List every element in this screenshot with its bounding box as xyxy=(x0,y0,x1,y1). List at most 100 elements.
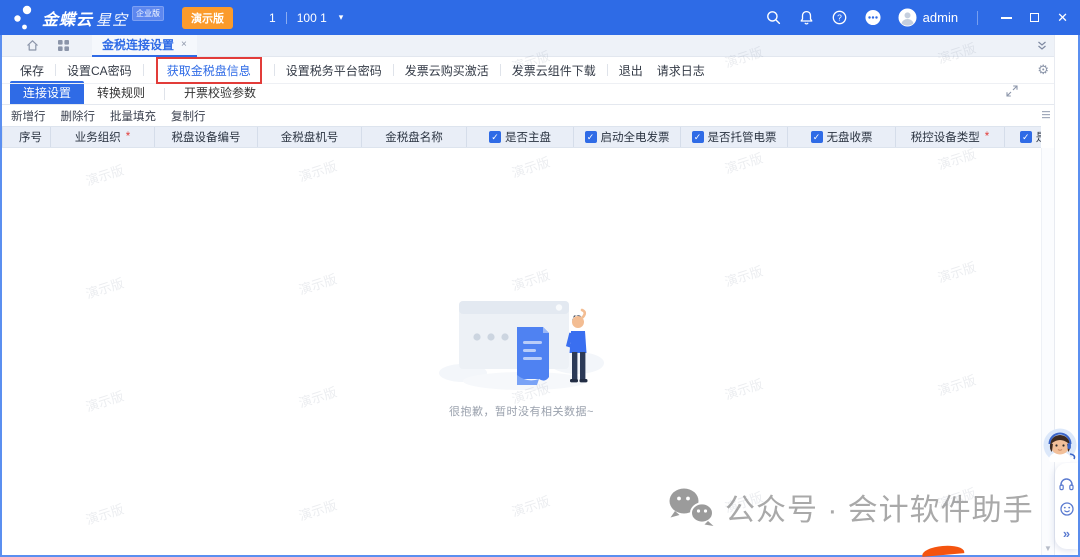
grid-toolbar-button-3[interactable]: 批量填充 xyxy=(110,108,156,124)
header-label: 启动全电发票 xyxy=(601,129,670,145)
vertical-scrollbar[interactable]: ▼ xyxy=(1041,148,1054,555)
demo-badge: 演示版 xyxy=(182,7,233,29)
header-cell-11: ✓是 xyxy=(1005,127,1041,147)
toolbar-separator xyxy=(393,64,394,76)
orange-logo-fragment xyxy=(922,544,965,557)
grid-toolbar-button-4[interactable]: 复制行 xyxy=(171,108,206,124)
app-window: 金蝶云 星空 企业版 演示版 1 100 1 ▾ ? xyxy=(0,0,1080,557)
header-cell-7: ✓ 启动全电发票 xyxy=(574,127,681,147)
header-label: 金税盘机号 xyxy=(281,129,339,145)
header-cell-9: ✓无盘收票 xyxy=(788,127,896,147)
header-cell-6: ✓是否主盘 xyxy=(467,127,574,147)
subtab-separator xyxy=(164,88,165,100)
header-checkbox[interactable]: ✓ xyxy=(1020,131,1032,143)
header-label: 业务组织 xyxy=(75,129,121,145)
required-asterisk: * xyxy=(126,131,130,143)
header-label: 序号 xyxy=(19,129,42,145)
red-highlight-box: 获取金税盘信息 xyxy=(156,57,262,84)
maximize-button[interactable] xyxy=(1030,13,1039,22)
footer-watermark-text: 公众号 · 会计软件助手 xyxy=(725,485,1034,529)
toolbar-button-3[interactable]: 获取金税盘信息 xyxy=(167,62,251,79)
help-icon[interactable]: ? xyxy=(832,10,848,26)
subtab-list: 连接设置转换规则开票校验参数 xyxy=(10,81,269,104)
subtab-3[interactable]: 开票校验参数 xyxy=(171,81,269,104)
expand-fullscreen-icon[interactable] xyxy=(1006,85,1018,100)
user-menu[interactable]: admin xyxy=(898,8,958,27)
org-separator xyxy=(286,12,287,24)
empty-state-illustration xyxy=(437,293,607,393)
org-number: 1 xyxy=(269,11,276,25)
right-sidebar: » xyxy=(1054,35,1078,555)
titlebar-actions: ? admin ✕ xyxy=(766,8,1068,27)
wechat-icon xyxy=(668,486,716,528)
header-cell-4: 金税盘机号 xyxy=(258,127,362,147)
toolbar-button-7[interactable]: 退出 xyxy=(619,62,643,79)
header-checkbox[interactable]: ✓ xyxy=(585,131,597,143)
kingdee-logo-icon xyxy=(8,3,38,33)
grid-body: 很抱歉，暂时没有相关数据~ 公众号 · 会计软件助手 xyxy=(2,148,1054,555)
header-label: 税控设备类型 xyxy=(911,129,980,145)
avatar xyxy=(898,8,917,27)
subtabs: 连接设置转换规则开票校验参数 xyxy=(2,84,1054,105)
header-checkbox[interactable]: ✓ xyxy=(489,131,501,143)
collapse-tabs-icon[interactable] xyxy=(1036,40,1048,52)
close-button[interactable]: ✕ xyxy=(1057,11,1068,24)
header-checkbox[interactable]: ✓ xyxy=(811,131,823,143)
assistant-avatar[interactable] xyxy=(1043,428,1077,462)
org-switcher[interactable]: 1 100 1 ▾ xyxy=(269,11,343,25)
window-controls: ✕ xyxy=(1001,11,1068,24)
subtab-1[interactable]: 连接设置 xyxy=(10,81,84,104)
chevron-down-icon: ▾ xyxy=(339,12,344,23)
toolbar-settings-gear-icon[interactable]: ⚙ xyxy=(1037,62,1049,78)
toolbar-separator xyxy=(500,64,501,76)
tab-label: 金税连接设置 xyxy=(102,36,174,53)
username: admin xyxy=(923,10,958,25)
org-code: 100 1 xyxy=(297,11,327,25)
notification-bell-icon[interactable] xyxy=(799,10,815,26)
tab-close-icon[interactable]: × xyxy=(181,39,187,50)
headphones-icon[interactable] xyxy=(1059,477,1074,491)
assistant-panel: » xyxy=(1055,463,1078,549)
toolbar-buttons: 保存 设置CA密码 获取金税盘信息 设置税务平台密码 发票云购买激活 发票云组件下载 退出请… xyxy=(20,57,705,84)
header-label: 税盘设备编号 xyxy=(172,129,241,145)
brand-name: 金蝶云 xyxy=(42,6,93,30)
edition-badge: 企业版 xyxy=(132,6,164,21)
grid-toolbar-button-1[interactable]: 新增行 xyxy=(11,108,46,124)
toolbar-button-1[interactable]: 保存 xyxy=(20,62,44,79)
scrollbar-down-arrow-icon[interactable]: ▼ xyxy=(1042,544,1054,553)
collapse-panel-icon[interactable]: » xyxy=(1063,527,1070,540)
home-icon[interactable] xyxy=(26,39,39,52)
header-cell-1: 序号 xyxy=(11,127,51,147)
toolbar-button-4[interactable]: 设置税务平台密码 xyxy=(286,62,382,79)
app-menu-grid-icon[interactable] xyxy=(57,39,70,52)
titlebar: 金蝶云 星空 企业版 演示版 1 100 1 ▾ ? xyxy=(0,0,1080,35)
required-asterisk: * xyxy=(985,131,989,143)
app-body: 金税连接设置 × 保存 设置CA密码 获取金税盘信息 设置税务平台密码 发票云购买激活 发… xyxy=(0,35,1080,557)
brand: 金蝶云 星空 xyxy=(42,6,128,30)
toolbar-separator xyxy=(607,64,608,76)
toolbar-separator xyxy=(55,64,56,76)
assistant-dots-icon[interactable] xyxy=(865,10,881,26)
grid-options-icon[interactable] xyxy=(1041,110,1051,122)
toolbar-button-8[interactable]: 请求日志 xyxy=(657,62,705,79)
header-cell-5: 金税盘名称 xyxy=(362,127,467,147)
document-tabstrip: 金税连接设置 × xyxy=(2,35,1054,57)
search-icon[interactable] xyxy=(766,10,782,26)
header-label: 是否托管电票 xyxy=(708,129,777,145)
toolbar-button-2[interactable]: 设置CA密码 xyxy=(67,62,132,79)
toolbar-button-6[interactable]: 发票云组件下载 xyxy=(512,62,596,79)
empty-state-message: 很抱歉，暂时没有相关数据~ xyxy=(449,403,594,419)
smiley-icon[interactable] xyxy=(1060,502,1074,516)
tab-gold-tax-connection-settings[interactable]: 金税连接设置 × xyxy=(92,35,197,57)
subtab-2[interactable]: 转换规则 xyxy=(84,81,158,104)
window-controls-separator xyxy=(977,11,978,25)
header-cell-2: 业务组织 * xyxy=(51,127,155,147)
footer-watermark: 公众号 · 会计软件助手 xyxy=(668,485,1034,529)
grid-toolbar-button-2[interactable]: 删除行 xyxy=(61,108,96,124)
brand-product: 星空 xyxy=(96,9,128,30)
minimize-button[interactable] xyxy=(1001,17,1012,19)
header-checkbox[interactable]: ✓ xyxy=(692,131,704,143)
toolbar-button-5[interactable]: 发票云购买激活 xyxy=(405,62,489,79)
toolbar: 保存 设置CA密码 获取金税盘信息 设置税务平台密码 发票云购买激活 发票云组件下载 退出请… xyxy=(2,57,1054,84)
grid-toolbar-buttons: 新增行删除行批量填充复制行 xyxy=(11,108,206,124)
